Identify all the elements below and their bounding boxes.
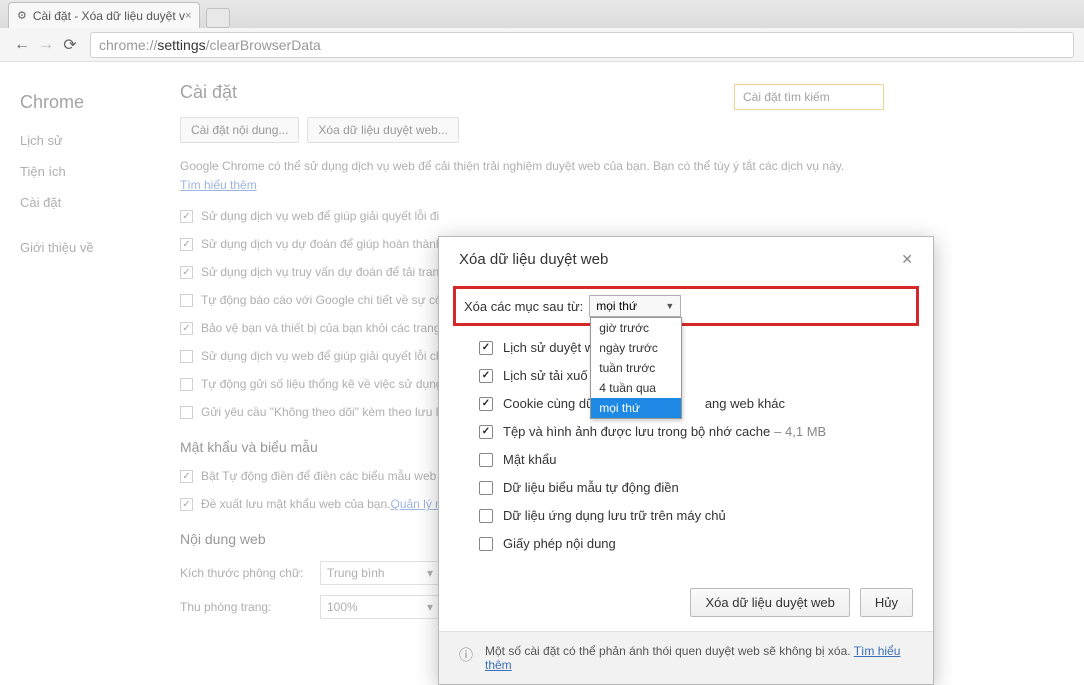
time-range-label: Xóa các mục sau từ:	[464, 299, 583, 314]
font-size-label: Kích thước phông chữ:	[180, 566, 320, 580]
label-tail: ang web khác	[705, 396, 785, 411]
time-range-option[interactable]: ngày trước	[591, 338, 681, 358]
checkbox[interactable]	[180, 266, 193, 279]
settings-sidebar: Chrome Lịch sử Tiện ích Cài đặt Giới thi…	[20, 82, 160, 640]
checkbox-label: Bật Tự động điền để điền các biểu mẫu we…	[201, 469, 446, 483]
dialog-title: Xóa dữ liệu duyệt web	[459, 251, 608, 268]
brand-title: Chrome	[20, 92, 160, 113]
checkbox-label: Đề xuất lưu mật khẩu web của bạn.	[201, 497, 390, 511]
page-zoom-select[interactable]: 100%▾	[320, 595, 440, 619]
dialog-footer: ⓘ Một số cài đặt có thể phản ánh thói qu…	[439, 631, 933, 684]
sidebar-item-about[interactable]: Giới thiệu về	[20, 240, 160, 255]
learn-more-link[interactable]: Tìm hiểu thêm	[180, 178, 257, 192]
clear-data-option: Dữ liệu ứng dụng lưu trữ trên máy chủ	[479, 508, 905, 523]
checkbox-label: Sử dụng dịch vụ web để giúp giải quyết l…	[201, 349, 446, 363]
tab-bar: ⚙ Cài đặt - Xóa dữ liệu duyệt v ×	[0, 0, 1084, 28]
checkbox-label: Bảo vệ bạn và thiết bị của bạn khỏi các …	[201, 321, 441, 335]
time-range-value: mọi thứ	[596, 299, 637, 313]
clear-data-button[interactable]: Xóa dữ liệu duyệt web...	[307, 117, 458, 143]
checkbox[interactable]	[479, 537, 493, 551]
clear-data-option: Lịch sử tải xuố	[479, 368, 905, 383]
privacy-description: Google Chrome có thể sử dụng dịch vụ web…	[180, 157, 860, 195]
clear-data-option: Dữ liệu biểu mẫu tự động điền	[479, 480, 905, 495]
checkbox[interactable]	[180, 238, 193, 251]
clear-data-option: Lịch sử duyệt w	[479, 340, 905, 355]
chevron-down-icon: ▼	[665, 301, 674, 311]
time-range-option[interactable]: giờ trước	[591, 318, 681, 338]
checkbox[interactable]	[479, 369, 493, 383]
time-range-row: Xóa các mục sau từ: mọi thứ ▼ giờ trướcn…	[453, 286, 919, 326]
checkbox[interactable]	[479, 341, 493, 355]
url-text: chrome://settings/clearBrowserData	[99, 37, 321, 53]
checkbox[interactable]	[180, 322, 193, 335]
url-input[interactable]: chrome://settings/clearBrowserData	[90, 32, 1074, 58]
checkbox[interactable]	[180, 378, 193, 391]
time-range-option[interactable]: 4 tuần qua	[591, 378, 681, 398]
checkbox[interactable]	[479, 481, 493, 495]
confirm-clear-button[interactable]: Xóa dữ liệu duyệt web	[690, 588, 849, 617]
option-label: Mật khẩu	[503, 452, 556, 467]
checkbox[interactable]	[479, 509, 493, 523]
clear-browsing-data-dialog: Xóa dữ liệu duyệt web ✕ Xóa các mục sau …	[438, 236, 934, 685]
option-label: Dữ liệu ứng dụng lưu trữ trên máy chủ	[503, 508, 726, 523]
checkbox[interactable]	[180, 350, 193, 363]
option-label: Cookie cùng dữ	[503, 396, 595, 411]
sidebar-item-history[interactable]: Lịch sử	[20, 133, 160, 148]
time-range-menu: giờ trướcngày trướctuần trước4 tuần quam…	[590, 317, 682, 419]
clear-data-option: Mật khẩu	[479, 452, 905, 467]
cancel-button[interactable]: Hủy	[860, 588, 913, 617]
checkbox[interactable]	[180, 210, 193, 223]
reload-button[interactable]: ⟳	[58, 33, 82, 57]
sidebar-item-extensions[interactable]: Tiện ích	[20, 164, 160, 179]
close-tab-icon[interactable]: ×	[185, 10, 191, 22]
close-dialog-button[interactable]: ✕	[901, 251, 913, 268]
checkbox[interactable]	[479, 453, 493, 467]
checkbox-label: Sử dụng dịch vụ web để giúp giải quyết l…	[201, 209, 439, 223]
sidebar-item-settings[interactable]: Cài đặt	[20, 195, 160, 210]
time-range-option[interactable]: tuần trước	[591, 358, 681, 378]
checkbox[interactable]	[479, 397, 493, 411]
checkbox-label: Gửi yêu cầu "Không theo dõi" kèm theo lư…	[201, 405, 438, 419]
settings-search-input[interactable]	[734, 84, 884, 110]
new-tab-button[interactable]	[206, 8, 230, 28]
checkbox-label: Tự động gửi số liệu thống kê về việc sử …	[201, 377, 443, 391]
option-label: Lịch sử duyệt w	[503, 340, 594, 355]
checkbox-label: Tự động báo cáo với Google chi tiết về s…	[201, 293, 442, 307]
content-settings-button[interactable]: Cài đặt nội dung...	[180, 117, 299, 143]
back-button[interactable]: ←	[10, 33, 34, 57]
option-label: Lịch sử tải xuố	[503, 368, 588, 383]
checkbox-label: Sử dụng dịch vụ truy vấn dự đoán để tải …	[201, 265, 446, 279]
time-range-option[interactable]: mọi thứ	[591, 398, 681, 418]
option-label: Tệp và hình ảnh được lưu trong bộ nhớ ca…	[503, 424, 770, 439]
info-icon: ⓘ	[459, 645, 473, 665]
clear-data-option: Cookie cùng dữ ang web khác	[479, 396, 905, 411]
page-zoom-label: Thu phóng trang:	[180, 600, 320, 614]
footer-text: Một số cài đặt có thể phản ánh thói quen…	[485, 644, 913, 672]
browser-tab[interactable]: ⚙ Cài đặt - Xóa dữ liệu duyệt v ×	[8, 2, 200, 28]
privacy-checkbox-row: Sử dụng dịch vụ web để giúp giải quyết l…	[180, 209, 860, 223]
option-label: Dữ liệu biểu mẫu tự động điền	[503, 480, 679, 495]
size-suffix: – 4,1 MB	[774, 424, 826, 439]
option-label: Giấy phép nội dung	[503, 536, 616, 551]
forward-button[interactable]: →	[34, 33, 58, 57]
font-size-select[interactable]: Trung bình▾	[320, 561, 440, 585]
clear-data-option: Tệp và hình ảnh được lưu trong bộ nhớ ca…	[479, 424, 905, 439]
checkbox[interactable]	[180, 406, 193, 419]
time-range-dropdown[interactable]: mọi thứ ▼ giờ trướcngày trướctuần trước4…	[589, 295, 681, 317]
clear-data-option: Giấy phép nội dung	[479, 536, 905, 551]
checkbox[interactable]	[180, 470, 193, 483]
checkbox[interactable]	[180, 498, 193, 511]
manage-link[interactable]: Quản lý m	[390, 497, 445, 511]
checkbox-label: Sử dụng dịch vụ dự đoán để giúp hoàn thà…	[201, 237, 443, 251]
address-bar: ← → ⟳ chrome://settings/clearBrowserData	[0, 28, 1084, 62]
tab-title: Cài đặt - Xóa dữ liệu duyệt v	[33, 9, 185, 23]
checkbox[interactable]	[479, 425, 493, 439]
gear-icon: ⚙	[17, 9, 27, 22]
checkbox[interactable]	[180, 294, 193, 307]
